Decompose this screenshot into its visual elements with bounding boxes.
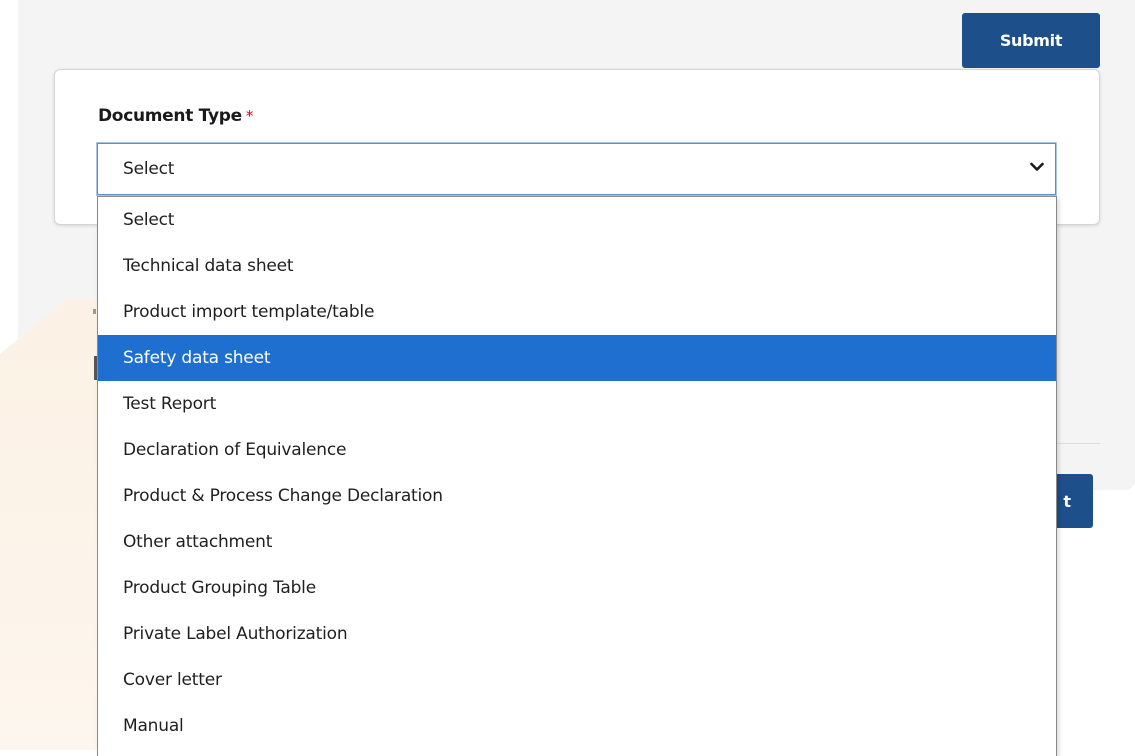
obscured-submit-button-label: t [1063,491,1071,511]
dropdown-option[interactable]: Select [98,197,1056,243]
dropdown-option[interactable]: Manual [98,703,1056,749]
dropdown-option[interactable]: Technical data sheet [98,243,1056,289]
document-type-select-value: Select [123,159,175,179]
dropdown-option[interactable]: Product & Process Change Declaration [98,473,1056,519]
required-asterisk: * [245,107,254,125]
dropdown-option[interactable]: Safety data sheet [98,335,1056,381]
dropdown-option[interactable]: Test Report [98,381,1056,427]
document-type-select[interactable]: Select [97,143,1056,195]
dropdown-option[interactable]: Other attachment [98,519,1056,565]
dropdown-option[interactable]: Declaration of Equivalence [98,427,1056,473]
document-type-options-list: Select Technical data sheet Product import… [97,196,1057,756]
dropdown-option[interactable]: Cover letter [98,657,1056,703]
dropdown-option[interactable]: Private Label Authorization [98,611,1056,657]
obscured-element [93,309,96,314]
chevron-down-icon [1030,162,1044,171]
document-type-label: Document Type * [98,106,253,126]
document-type-label-text: Document Type [98,106,242,126]
dropdown-option[interactable]: Product Grouping Table [98,565,1056,611]
dropdown-option[interactable]: Product import template/table [98,289,1056,335]
submit-button[interactable]: Submit [962,13,1100,68]
